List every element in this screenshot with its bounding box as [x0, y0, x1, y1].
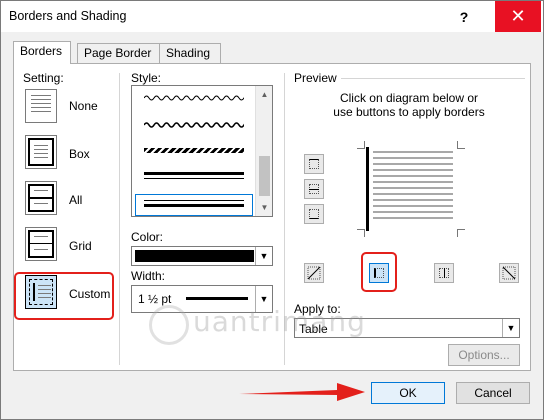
scroll-down-arrow-icon[interactable]: ▼	[256, 199, 273, 216]
left-border-annotation-highlight	[361, 252, 397, 292]
scroll-thumb[interactable]	[259, 156, 270, 196]
scroll-up-arrow-icon[interactable]: ▲	[256, 86, 273, 103]
borders-shading-dialog: Borders and Shading ? ✕ Borders Page Bor…	[0, 0, 544, 420]
preview-corner-tl	[357, 141, 365, 149]
setting-box-icon[interactable]	[25, 135, 57, 169]
cancel-button[interactable]: Cancel	[456, 382, 530, 404]
preview-instruction-1: Click on diagram below or	[339, 91, 479, 105]
dialog-title: Borders and Shading	[9, 9, 127, 23]
color-select[interactable]: ▼	[131, 246, 273, 266]
arrow-annotation-icon	[239, 383, 365, 401]
apply-to-dropdown-arrow-icon[interactable]: ▼	[502, 319, 519, 337]
style-label: Style:	[131, 71, 162, 85]
style-wave-thin[interactable]	[144, 94, 244, 102]
ok-button[interactable]: OK	[371, 382, 445, 404]
custom-annotation-highlight	[14, 272, 114, 320]
preview-corner-br	[457, 229, 465, 237]
style-list-scrollbar[interactable]: ▲ ▼	[255, 86, 272, 216]
setting-box-label[interactable]: Box	[69, 147, 90, 161]
bottom-border-button[interactable]	[304, 204, 324, 224]
style-thick-thin[interactable]	[144, 172, 244, 179]
diagonal-down-border-button[interactable]	[499, 263, 519, 283]
style-dash-dot-stroked[interactable]	[144, 148, 244, 153]
setting-none-icon[interactable]	[25, 89, 57, 123]
color-label: Color:	[131, 230, 164, 244]
setting-label: Setting:	[23, 71, 64, 85]
setting-all-label[interactable]: All	[69, 193, 82, 207]
tab-borders[interactable]: Borders	[13, 41, 71, 64]
setting-none-label[interactable]: None	[69, 99, 98, 113]
setting-grid-icon[interactable]	[25, 227, 57, 261]
setting-all-icon[interactable]	[25, 181, 57, 215]
preview-corner-bl	[357, 229, 365, 237]
width-label: Width:	[131, 269, 166, 283]
width-preview-line	[186, 297, 248, 300]
options-button[interactable]: Options...	[448, 344, 520, 366]
top-border-button[interactable]	[304, 154, 324, 174]
style-selected-outline	[135, 194, 253, 216]
close-button[interactable]: ✕	[495, 1, 541, 32]
style-list[interactable]: ▲ ▼	[131, 85, 273, 217]
tab-page-border[interactable]: Page Border	[77, 43, 161, 63]
diagonal-up-border-button[interactable]	[304, 263, 324, 283]
preview-diagram[interactable]	[373, 151, 453, 223]
watermark-logo: uantrimang	[149, 301, 365, 351]
title-bar: Borders and Shading ? ✕	[1, 1, 543, 32]
color-swatch	[135, 250, 254, 262]
inside-horizontal-border-button[interactable]	[304, 179, 324, 199]
color-dropdown-arrow-icon[interactable]: ▼	[255, 247, 272, 265]
setting-divider	[119, 73, 120, 365]
preview-corner-tr	[457, 141, 465, 149]
preview-instruction-2: use buttons to apply borders	[333, 105, 485, 119]
tab-shading[interactable]: Shading	[159, 43, 221, 63]
style-wave-double[interactable]	[144, 120, 244, 130]
preview-rule	[341, 78, 525, 79]
preview-label: Preview	[294, 71, 337, 85]
help-button[interactable]: ?	[441, 1, 487, 32]
preview-left-border[interactable]	[366, 147, 369, 231]
setting-grid-label[interactable]: Grid	[69, 239, 92, 253]
inside-vertical-border-button[interactable]	[434, 263, 454, 283]
